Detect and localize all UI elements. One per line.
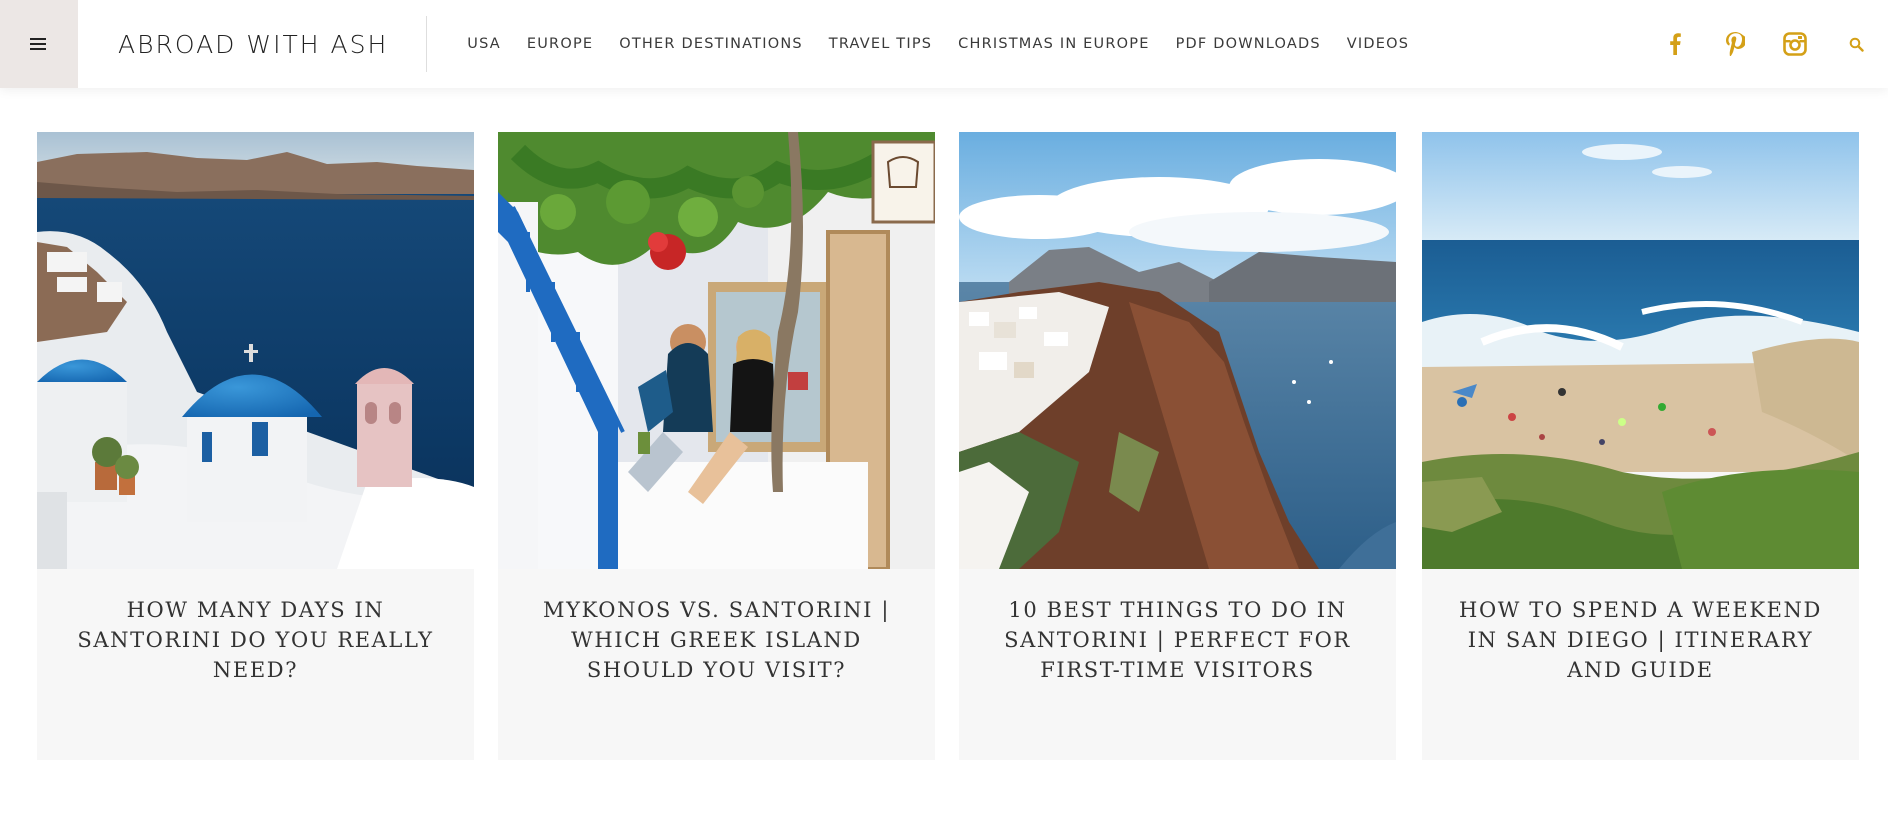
site-logo[interactable]: ABROAD WITH ASH: [118, 30, 388, 59]
post-card[interactable]: HOW TO SPEND A WEEKEND IN SAN DIEGO | IT…: [1422, 132, 1859, 760]
header-divider: [426, 16, 428, 72]
facebook-icon[interactable]: [1660, 29, 1690, 59]
post-grid: HOW MANY DAYS IN SANTORINI DO YOU REALLY…: [37, 132, 1859, 760]
hamburger-icon: [30, 38, 46, 50]
hamburger-menu-button[interactable]: [0, 0, 78, 88]
nav-item-pdf-downloads[interactable]: PDF DOWNLOADS: [1176, 36, 1321, 52]
post-title[interactable]: 10 BEST THINGS TO DO IN SANTORINI | PERF…: [989, 595, 1366, 685]
main-nav: USA EUROPE OTHER DESTINATIONS TRAVEL TIP…: [467, 36, 1409, 52]
post-image-santorini-caldera-cliffs[interactable]: [959, 132, 1396, 569]
nav-item-other-destinations[interactable]: OTHER DESTINATIONS: [619, 36, 803, 52]
site-header: ABROAD WITH ASH USA EUROPE OTHER DESTINA…: [0, 0, 1888, 88]
social-links: [1660, 0, 1888, 88]
post-image-san-diego-beach[interactable]: [1422, 132, 1859, 569]
post-image-santorini-blue-domes[interactable]: [37, 132, 474, 569]
nav-item-europe[interactable]: EUROPE: [527, 36, 593, 52]
post-card[interactable]: 10 BEST THINGS TO DO IN SANTORINI | PERF…: [959, 132, 1396, 760]
post-title[interactable]: MYKONOS VS. SANTORINI | WHICH GREEK ISLA…: [528, 595, 905, 685]
nav-item-videos[interactable]: VIDEOS: [1347, 36, 1409, 52]
instagram-icon[interactable]: [1780, 29, 1810, 59]
nav-item-christmas-in-europe[interactable]: CHRISTMAS IN EUROPE: [958, 36, 1149, 52]
post-title[interactable]: HOW TO SPEND A WEEKEND IN SAN DIEGO | IT…: [1452, 595, 1829, 685]
nav-item-usa[interactable]: USA: [467, 36, 501, 52]
nav-item-travel-tips[interactable]: TRAVEL TIPS: [829, 36, 932, 52]
post-card[interactable]: HOW MANY DAYS IN SANTORINI DO YOU REALLY…: [37, 132, 474, 760]
post-image-mykonos-couple-cafe[interactable]: [498, 132, 935, 569]
post-card[interactable]: MYKONOS VS. SANTORINI | WHICH GREEK ISLA…: [498, 132, 935, 760]
post-title[interactable]: HOW MANY DAYS IN SANTORINI DO YOU REALLY…: [67, 595, 444, 685]
pinterest-icon[interactable]: [1720, 29, 1750, 59]
search-icon[interactable]: [1846, 34, 1866, 54]
